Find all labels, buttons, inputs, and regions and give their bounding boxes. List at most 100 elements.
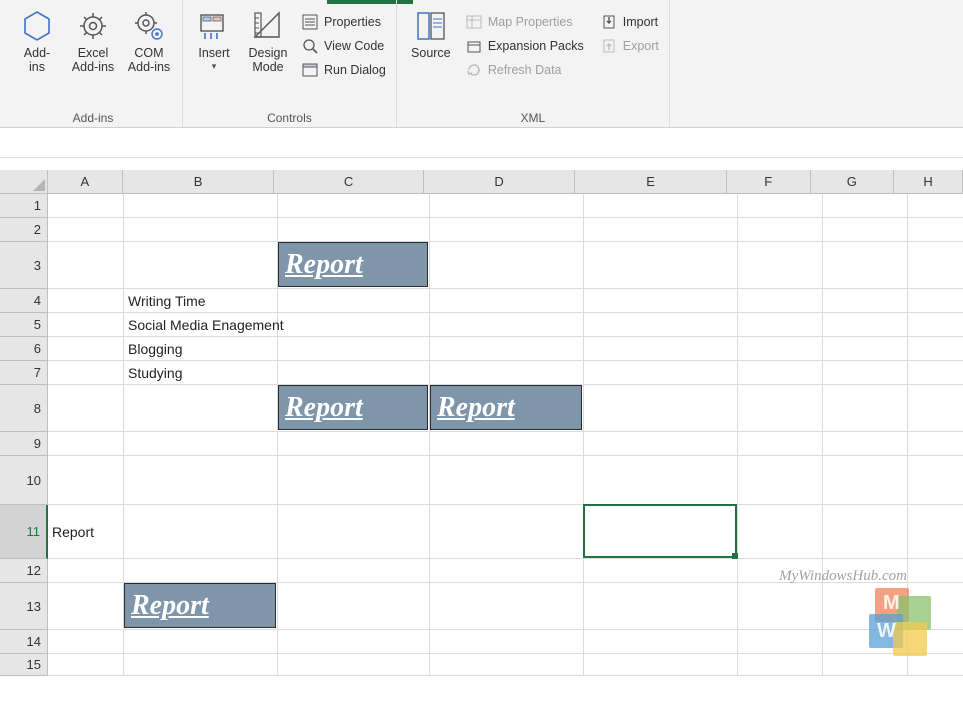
cell[interactable]: [823, 218, 908, 242]
row-header[interactable]: 6: [0, 337, 48, 361]
cell[interactable]: [823, 337, 908, 361]
report-styled-cell[interactable]: Report: [430, 385, 582, 430]
cell[interactable]: [584, 583, 738, 630]
cell[interactable]: [584, 505, 738, 559]
cell[interactable]: [430, 194, 584, 218]
row-header[interactable]: 10: [0, 456, 48, 505]
cell[interactable]: [584, 630, 738, 654]
cell[interactable]: [738, 289, 823, 313]
cell[interactable]: [48, 361, 124, 385]
cell[interactable]: [430, 630, 584, 654]
cell[interactable]: [738, 313, 823, 337]
column-header[interactable]: F: [727, 170, 811, 194]
row-header[interactable]: 14: [0, 630, 48, 654]
column-header[interactable]: A: [48, 170, 123, 194]
cell[interactable]: [823, 654, 908, 676]
refresh-data-button[interactable]: Refresh Data: [461, 58, 588, 81]
cell-value[interactable]: Blogging: [124, 337, 278, 361]
cell[interactable]: [48, 630, 124, 654]
cell[interactable]: [908, 337, 963, 361]
column-header[interactable]: G: [811, 170, 895, 194]
grid-area[interactable]: Writing TimeSocial Media EnagementBloggi…: [48, 194, 963, 713]
cell[interactable]: [278, 194, 430, 218]
cell[interactable]: [738, 385, 823, 432]
row-header[interactable]: 13: [0, 583, 48, 630]
cell[interactable]: [823, 432, 908, 456]
column-header[interactable]: H: [894, 170, 963, 194]
row-header[interactable]: 5: [0, 313, 48, 337]
cell[interactable]: [430, 654, 584, 676]
column-header[interactable]: C: [274, 170, 424, 194]
column-header[interactable]: B: [123, 170, 275, 194]
cell[interactable]: [823, 385, 908, 432]
cell[interactable]: [48, 583, 124, 630]
cell[interactable]: [738, 583, 823, 630]
cell[interactable]: [278, 218, 430, 242]
cell-value[interactable]: Report: [48, 505, 124, 559]
import-button[interactable]: Import: [596, 10, 663, 33]
cell[interactable]: [430, 289, 584, 313]
addins-button[interactable]: Add-ins: [10, 4, 64, 107]
cell[interactable]: [278, 313, 430, 337]
select-all-corner[interactable]: [0, 170, 48, 194]
expansion-packs-button[interactable]: Expansion Packs: [461, 34, 588, 57]
cell[interactable]: [908, 505, 963, 559]
row-header[interactable]: 3: [0, 242, 48, 289]
com-addins-button[interactable]: COMAdd-ins: [122, 4, 176, 107]
cell[interactable]: [430, 583, 584, 630]
design-mode-button[interactable]: DesignMode: [241, 4, 295, 107]
row-header[interactable]: 15: [0, 654, 48, 676]
cell[interactable]: [738, 630, 823, 654]
cell[interactable]: [48, 385, 124, 432]
cell[interactable]: [584, 313, 738, 337]
source-button[interactable]: Source: [403, 4, 459, 107]
cell[interactable]: [124, 505, 278, 559]
cell[interactable]: [738, 654, 823, 676]
cell[interactable]: [908, 313, 963, 337]
row-header[interactable]: 12: [0, 559, 48, 583]
cell[interactable]: [823, 289, 908, 313]
cell[interactable]: [278, 289, 430, 313]
cell[interactable]: [584, 654, 738, 676]
column-header[interactable]: E: [575, 170, 727, 194]
cell[interactable]: [278, 505, 430, 559]
cell[interactable]: [124, 242, 278, 289]
cell[interactable]: [430, 559, 584, 583]
cell[interactable]: [48, 654, 124, 676]
cell[interactable]: [124, 630, 278, 654]
cell[interactable]: [124, 218, 278, 242]
cell[interactable]: [584, 361, 738, 385]
cell[interactable]: [124, 456, 278, 505]
cell[interactable]: [48, 289, 124, 313]
cell-value[interactable]: Social Media Enagement: [124, 313, 288, 337]
cell[interactable]: [430, 505, 584, 559]
report-styled-cell[interactable]: Report: [278, 385, 428, 430]
cell[interactable]: [430, 456, 584, 505]
cell-value[interactable]: Studying: [124, 361, 278, 385]
cell[interactable]: [584, 456, 738, 505]
cell[interactable]: [908, 559, 963, 583]
cell[interactable]: [278, 654, 430, 676]
cell[interactable]: [430, 242, 584, 289]
row-header[interactable]: 9: [0, 432, 48, 456]
cell[interactable]: [908, 456, 963, 505]
cell[interactable]: [124, 432, 278, 456]
cell[interactable]: [48, 313, 124, 337]
cell[interactable]: [823, 361, 908, 385]
export-button[interactable]: Export: [596, 34, 663, 57]
cell[interactable]: [908, 194, 963, 218]
cell[interactable]: [584, 242, 738, 289]
cell[interactable]: [278, 456, 430, 505]
cell[interactable]: [48, 456, 124, 505]
cell[interactable]: [278, 337, 430, 361]
cell[interactable]: [738, 361, 823, 385]
cell[interactable]: [48, 218, 124, 242]
row-header[interactable]: 1: [0, 194, 48, 218]
cell[interactable]: [584, 289, 738, 313]
cell[interactable]: [430, 432, 584, 456]
cell[interactable]: [584, 194, 738, 218]
cell[interactable]: [48, 194, 124, 218]
cell[interactable]: [738, 337, 823, 361]
cell[interactable]: [738, 456, 823, 505]
cell[interactable]: [738, 432, 823, 456]
